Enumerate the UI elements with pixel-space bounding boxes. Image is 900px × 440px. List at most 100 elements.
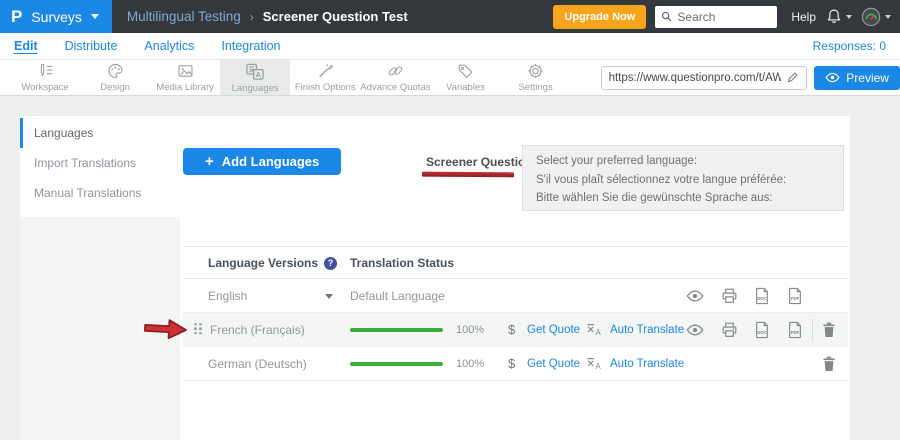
- svg-text:DOC: DOC: [757, 296, 766, 301]
- trash-icon[interactable]: [822, 321, 836, 338]
- progress-percentage: 100%: [456, 347, 484, 381]
- column-translation-status: Translation Status: [350, 247, 454, 280]
- sidebar-item-languages[interactable]: Languages: [20, 118, 180, 148]
- toolbar-item-workspace[interactable]: Workspace: [10, 60, 80, 95]
- default-language-status: Default Language: [350, 279, 445, 313]
- breadcrumb: Multilingual Testing › Screener Question…: [127, 9, 408, 24]
- edit-pencil-icon[interactable]: [786, 71, 799, 84]
- default-language-dropdown[interactable]: English: [208, 279, 333, 313]
- help-icon[interactable]: ?: [324, 257, 337, 270]
- global-search[interactable]: [655, 6, 777, 28]
- chain-links-icon: [386, 62, 405, 80]
- auto-translate-link[interactable]: Auto Translate: [610, 347, 684, 381]
- survey-url-field[interactable]: [601, 66, 808, 90]
- tab-integration[interactable]: Integration: [221, 39, 280, 53]
- translation-progress-bar: [350, 328, 443, 332]
- eye-icon: [825, 72, 840, 83]
- drag-handle-icon[interactable]: [194, 323, 204, 337]
- magic-wand-icon: [316, 62, 335, 80]
- chevron-down-icon: [91, 14, 99, 19]
- responses-count[interactable]: Responses: 0: [813, 39, 886, 53]
- gear-icon: [526, 62, 545, 80]
- tab-analytics[interactable]: Analytics: [144, 39, 194, 53]
- pdf-file-icon[interactable]: PDF: [787, 287, 803, 305]
- tag-icon: [456, 62, 475, 80]
- print-icon[interactable]: [721, 322, 738, 338]
- column-language-versions: Language Versions: [208, 247, 318, 280]
- surveys-product-menu[interactable]: P Surveys: [0, 0, 112, 33]
- upgrade-now-button[interactable]: Upgrade Now: [553, 5, 646, 29]
- toolbar-item-media-library[interactable]: Media Library: [150, 60, 220, 95]
- get-quote-link[interactable]: Get Quote: [527, 347, 580, 381]
- sidebar-item-import-translations[interactable]: Import Translations: [20, 148, 180, 178]
- tab-edit[interactable]: Edit: [14, 39, 38, 53]
- svg-text:PDF: PDF: [791, 330, 800, 335]
- search-input[interactable]: [677, 10, 771, 24]
- translation-progress-bar: [350, 362, 443, 366]
- dollar-icon[interactable]: $: [508, 313, 515, 347]
- chevron-down-icon: [885, 15, 891, 19]
- survey-nav-tabs: Edit Distribute Analytics Integration Re…: [0, 33, 900, 60]
- auto-translate-icon[interactable]: A: [586, 322, 603, 337]
- topbar: P Surveys Multilingual Testing › Screene…: [0, 0, 900, 33]
- auto-translate-link[interactable]: Auto Translate: [610, 313, 684, 347]
- print-icon[interactable]: [721, 288, 738, 304]
- table-row-english: English Default Language DOC: [183, 279, 848, 313]
- workspace-icon: [36, 62, 55, 80]
- toolbar-item-advance-quotas[interactable]: Advance Quotas: [360, 60, 430, 95]
- language-name: German (Deutsch): [208, 347, 307, 381]
- table-header: Language Versions ? Translation Status: [183, 246, 848, 279]
- doc-file-icon[interactable]: DOC: [754, 321, 770, 339]
- account-menu[interactable]: [861, 7, 891, 27]
- toolbar-item-settings[interactable]: Settings: [501, 60, 571, 95]
- toolbar-item-design[interactable]: Design: [80, 60, 150, 95]
- chevron-down-icon: [846, 15, 852, 19]
- toolbar-item-finish-options[interactable]: Finish Options: [290, 60, 360, 95]
- languages-translate-icon: A: [245, 62, 265, 81]
- sidebar-item-manual-translations[interactable]: Manual Translations: [20, 178, 180, 208]
- divider: [812, 319, 813, 341]
- chevron-down-icon: [325, 294, 333, 299]
- add-languages-button[interactable]: + Add Languages: [183, 148, 341, 175]
- prompt-line-german: Bitte wählen Sie die gewünschte Sprache …: [536, 189, 830, 208]
- table-row-french: French (Français) 100% $ Get Quote A Aut…: [183, 313, 848, 347]
- language-prompt-preview: Select your preferred language: S'il vou…: [522, 145, 844, 211]
- tab-distribute[interactable]: Distribute: [65, 39, 118, 53]
- notifications-menu[interactable]: [826, 8, 852, 25]
- preview-eye-icon[interactable]: [686, 323, 704, 336]
- breadcrumb-survey-name[interactable]: Multilingual Testing: [127, 9, 241, 24]
- trash-icon[interactable]: [822, 355, 836, 372]
- design-palette-icon: [106, 62, 125, 80]
- red-underline-annotation: [422, 172, 514, 178]
- red-arrow-annotation: [142, 316, 190, 342]
- language-name: French (Français): [210, 313, 305, 347]
- edit-toolbar: Workspace Design Media Library A Languag…: [0, 60, 900, 96]
- media-library-icon: [176, 62, 195, 80]
- avatar: [861, 7, 881, 27]
- prompt-line-french: S'il vous plaît sélectionnez votre langu…: [536, 171, 830, 190]
- toolbar-item-languages[interactable]: A Languages: [220, 60, 290, 95]
- preview-button[interactable]: Preview: [814, 66, 900, 90]
- get-quote-link[interactable]: Get Quote: [527, 313, 580, 347]
- dollar-icon[interactable]: $: [508, 347, 515, 381]
- svg-text:PDF: PDF: [791, 296, 800, 301]
- breadcrumb-current-page: Screener Question Test: [263, 9, 408, 24]
- table-row-german: German (Deutsch) 100% $ Get Quote A Auto…: [183, 347, 848, 381]
- languages-panel: Languages Import Translations Manual Tra…: [20, 116, 850, 440]
- product-label: Surveys: [31, 9, 82, 25]
- svg-text:A: A: [256, 70, 261, 78]
- progress-percentage: 100%: [456, 313, 484, 347]
- plus-icon: +: [205, 153, 214, 170]
- help-link[interactable]: Help: [791, 10, 816, 24]
- languages-main: + Add Languages Screener Question : Sele…: [180, 116, 850, 440]
- languages-sidebar: Languages Import Translations Manual Tra…: [20, 116, 180, 440]
- language-versions-table: Language Versions ? Translation Status E…: [183, 246, 848, 381]
- survey-url-input[interactable]: [609, 72, 782, 84]
- pdf-file-icon[interactable]: PDF: [787, 321, 803, 339]
- preview-eye-icon[interactable]: [686, 289, 704, 302]
- auto-translate-icon[interactable]: A: [586, 356, 603, 371]
- toolbar-item-variables[interactable]: Variables: [430, 60, 500, 95]
- doc-file-icon[interactable]: DOC: [754, 287, 770, 305]
- svg-text:A: A: [595, 327, 601, 336]
- search-icon: [661, 10, 672, 23]
